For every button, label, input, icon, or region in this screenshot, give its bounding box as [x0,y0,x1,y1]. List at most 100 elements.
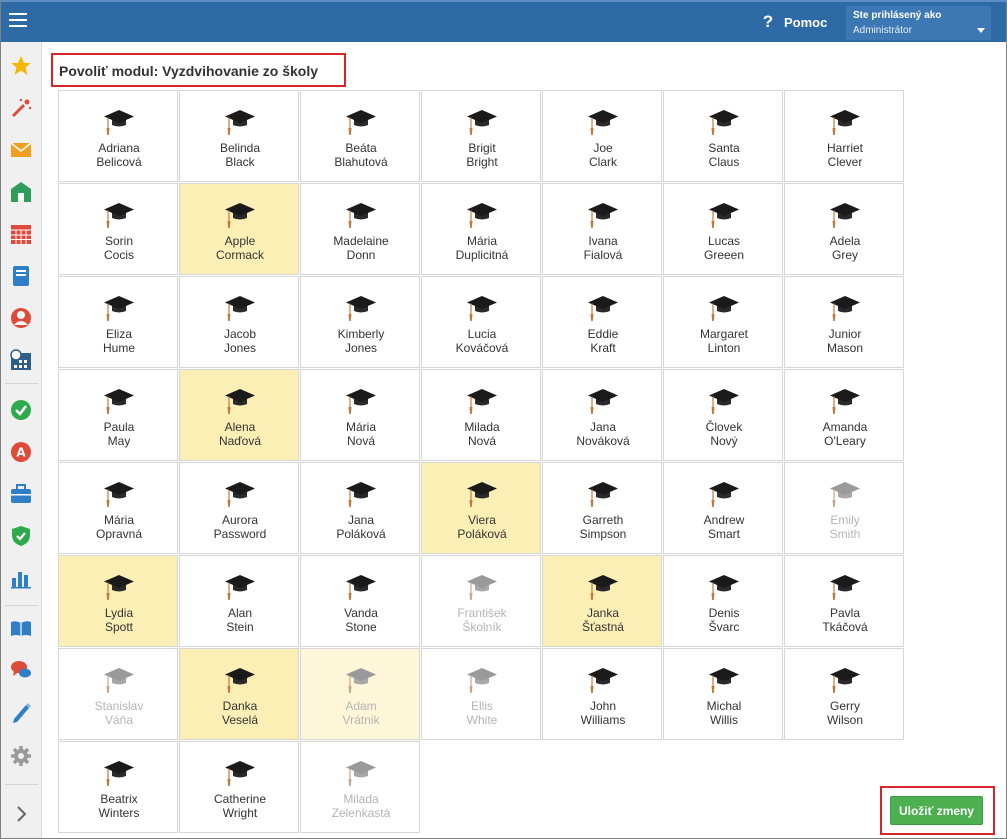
student-card[interactable]: Lucia Kováčová [421,276,541,368]
student-card[interactable]: Janka Šťastná [542,555,662,647]
student-first-name: Človek [705,420,743,434]
open-book-icon[interactable] [9,616,33,640]
bar-chart-icon[interactable] [9,566,33,590]
student-card[interactable]: Aurora Password [179,462,299,554]
student-card[interactable]: Adela Grey [784,183,904,275]
gear-icon[interactable] [9,744,33,768]
briefcase-icon[interactable] [9,482,33,506]
graduation-cap-icon [467,203,497,228]
graduation-cap-icon [709,110,739,135]
student-card[interactable]: Apple Cormack [179,183,299,275]
student-card[interactable]: Viera Poláková [421,462,541,554]
graduation-cap-icon [104,575,134,600]
student-card[interactable]: Junior Mason [784,276,904,368]
student-card[interactable]: Adam Vrátnik [300,648,420,740]
notebook-icon[interactable] [9,264,33,288]
student-card[interactable]: Eddie Kraft [542,276,662,368]
student-first-name: Emily [830,513,860,527]
student-card[interactable]: Belinda Black [179,90,299,182]
student-card[interactable]: Kimberly Jones [300,276,420,368]
student-card[interactable]: Mária Opravná [58,462,178,554]
student-card[interactable]: Alena Naďová [179,369,299,461]
student-card[interactable]: Emily Smith [784,462,904,554]
student-card[interactable]: Gerry Wilson [784,648,904,740]
student-card[interactable]: Adriana Belicová [58,90,178,182]
student-last-name: Wilson [826,713,863,727]
student-card[interactable]: Madelaine Donn [300,183,420,275]
student-card[interactable]: František Školník [421,555,541,647]
student-card[interactable]: Milada Nová [421,369,541,461]
chevron-right-icon[interactable] [9,802,33,826]
graduation-cap-icon [467,668,497,693]
student-first-name: Jana [589,420,617,434]
sidebar-divider [5,784,38,785]
student-name: Milada Zelenkastá [301,792,421,820]
student-card[interactable]: Pavla Tkáčová [784,555,904,647]
student-card[interactable]: Paula May [58,369,178,461]
student-card[interactable]: Ellis White [421,648,541,740]
student-card[interactable]: Beáta Blahutová [300,90,420,182]
student-name: Gerry Wilson [785,699,905,727]
student-first-name: Pavla [829,606,861,620]
student-name: Andrew Smart [664,513,784,541]
user-circle-icon[interactable] [9,306,33,330]
student-card[interactable]: Catherine Wright [179,741,299,833]
student-card[interactable]: Beatrix Winters [58,741,178,833]
student-card[interactable]: John Williams [542,648,662,740]
student-card[interactable]: Michal Willis [663,648,783,740]
help-link[interactable]: ? Pomoc [759,11,828,33]
check-circle-icon[interactable] [9,398,33,422]
student-name: Danka Veselá [180,699,300,727]
student-card[interactable]: Mária Nová [300,369,420,461]
student-card[interactable]: Jacob Jones [179,276,299,368]
student-card[interactable]: Stanislav Váňa [58,648,178,740]
student-card[interactable]: Jana Nováková [542,369,662,461]
student-card[interactable]: Ivana Fialová [542,183,662,275]
student-card[interactable]: Brigit Bright [421,90,541,182]
student-name: Junior Mason [785,327,905,355]
user-menu[interactable]: Ste prihlásený ako Administrátor [846,6,991,40]
student-first-name: Eliza [105,327,132,341]
student-last-name: Vrátnik [342,713,380,727]
pencil-icon[interactable] [9,700,33,724]
student-card[interactable]: Sorin Cocis [58,183,178,275]
student-first-name: Denis [708,606,740,620]
student-card[interactable]: Garreth Simpson [542,462,662,554]
graduation-cap-icon [588,296,618,321]
student-card[interactable]: Alan Stein [179,555,299,647]
timetable-icon[interactable] [9,348,33,372]
student-last-name: Smith [829,527,861,541]
school-icon[interactable] [9,180,33,204]
student-card[interactable]: Andrew Smart [663,462,783,554]
magic-wand-icon[interactable] [9,96,33,120]
student-last-name: Poláková [336,527,386,541]
student-card[interactable]: Joe Clark [542,90,662,182]
student-card[interactable]: Santa Claus [663,90,783,182]
graduation-cap-icon [830,575,860,600]
student-card[interactable]: Margaret Linton [663,276,783,368]
student-card[interactable]: Človek Nový [663,369,783,461]
student-card[interactable]: Milada Zelenkastá [300,741,420,833]
student-first-name: Lydia [104,606,134,620]
student-card[interactable]: Danka Veselá [179,648,299,740]
student-card[interactable]: Jana Poláková [300,462,420,554]
student-card[interactable]: Denis Švarc [663,555,783,647]
chat-bubbles-icon[interactable] [9,658,33,682]
top-bar: ? Pomoc Ste prihlásený ako Administrátor [1,2,1006,42]
student-card[interactable]: Harriet Clever [784,90,904,182]
star-icon[interactable] [9,54,33,78]
student-card[interactable]: Vanda Stone [300,555,420,647]
student-last-name: Belicová [96,155,142,169]
student-card[interactable]: Lydia Spott [58,555,178,647]
shield-check-icon[interactable] [9,524,33,548]
save-button[interactable]: Uložiť zmeny [890,796,983,825]
grade-a-icon[interactable]: A [9,440,33,464]
student-card[interactable]: Eliza Hume [58,276,178,368]
student-card[interactable]: Mária Duplicitná [421,183,541,275]
hamburger-menu-icon[interactable] [5,4,35,38]
student-card[interactable]: Lucas Greeen [663,183,783,275]
envelope-icon[interactable] [9,138,33,162]
calendar-grid-icon[interactable] [9,222,33,246]
student-card[interactable]: Amanda O'Leary [784,369,904,461]
student-last-name: May [107,434,131,448]
